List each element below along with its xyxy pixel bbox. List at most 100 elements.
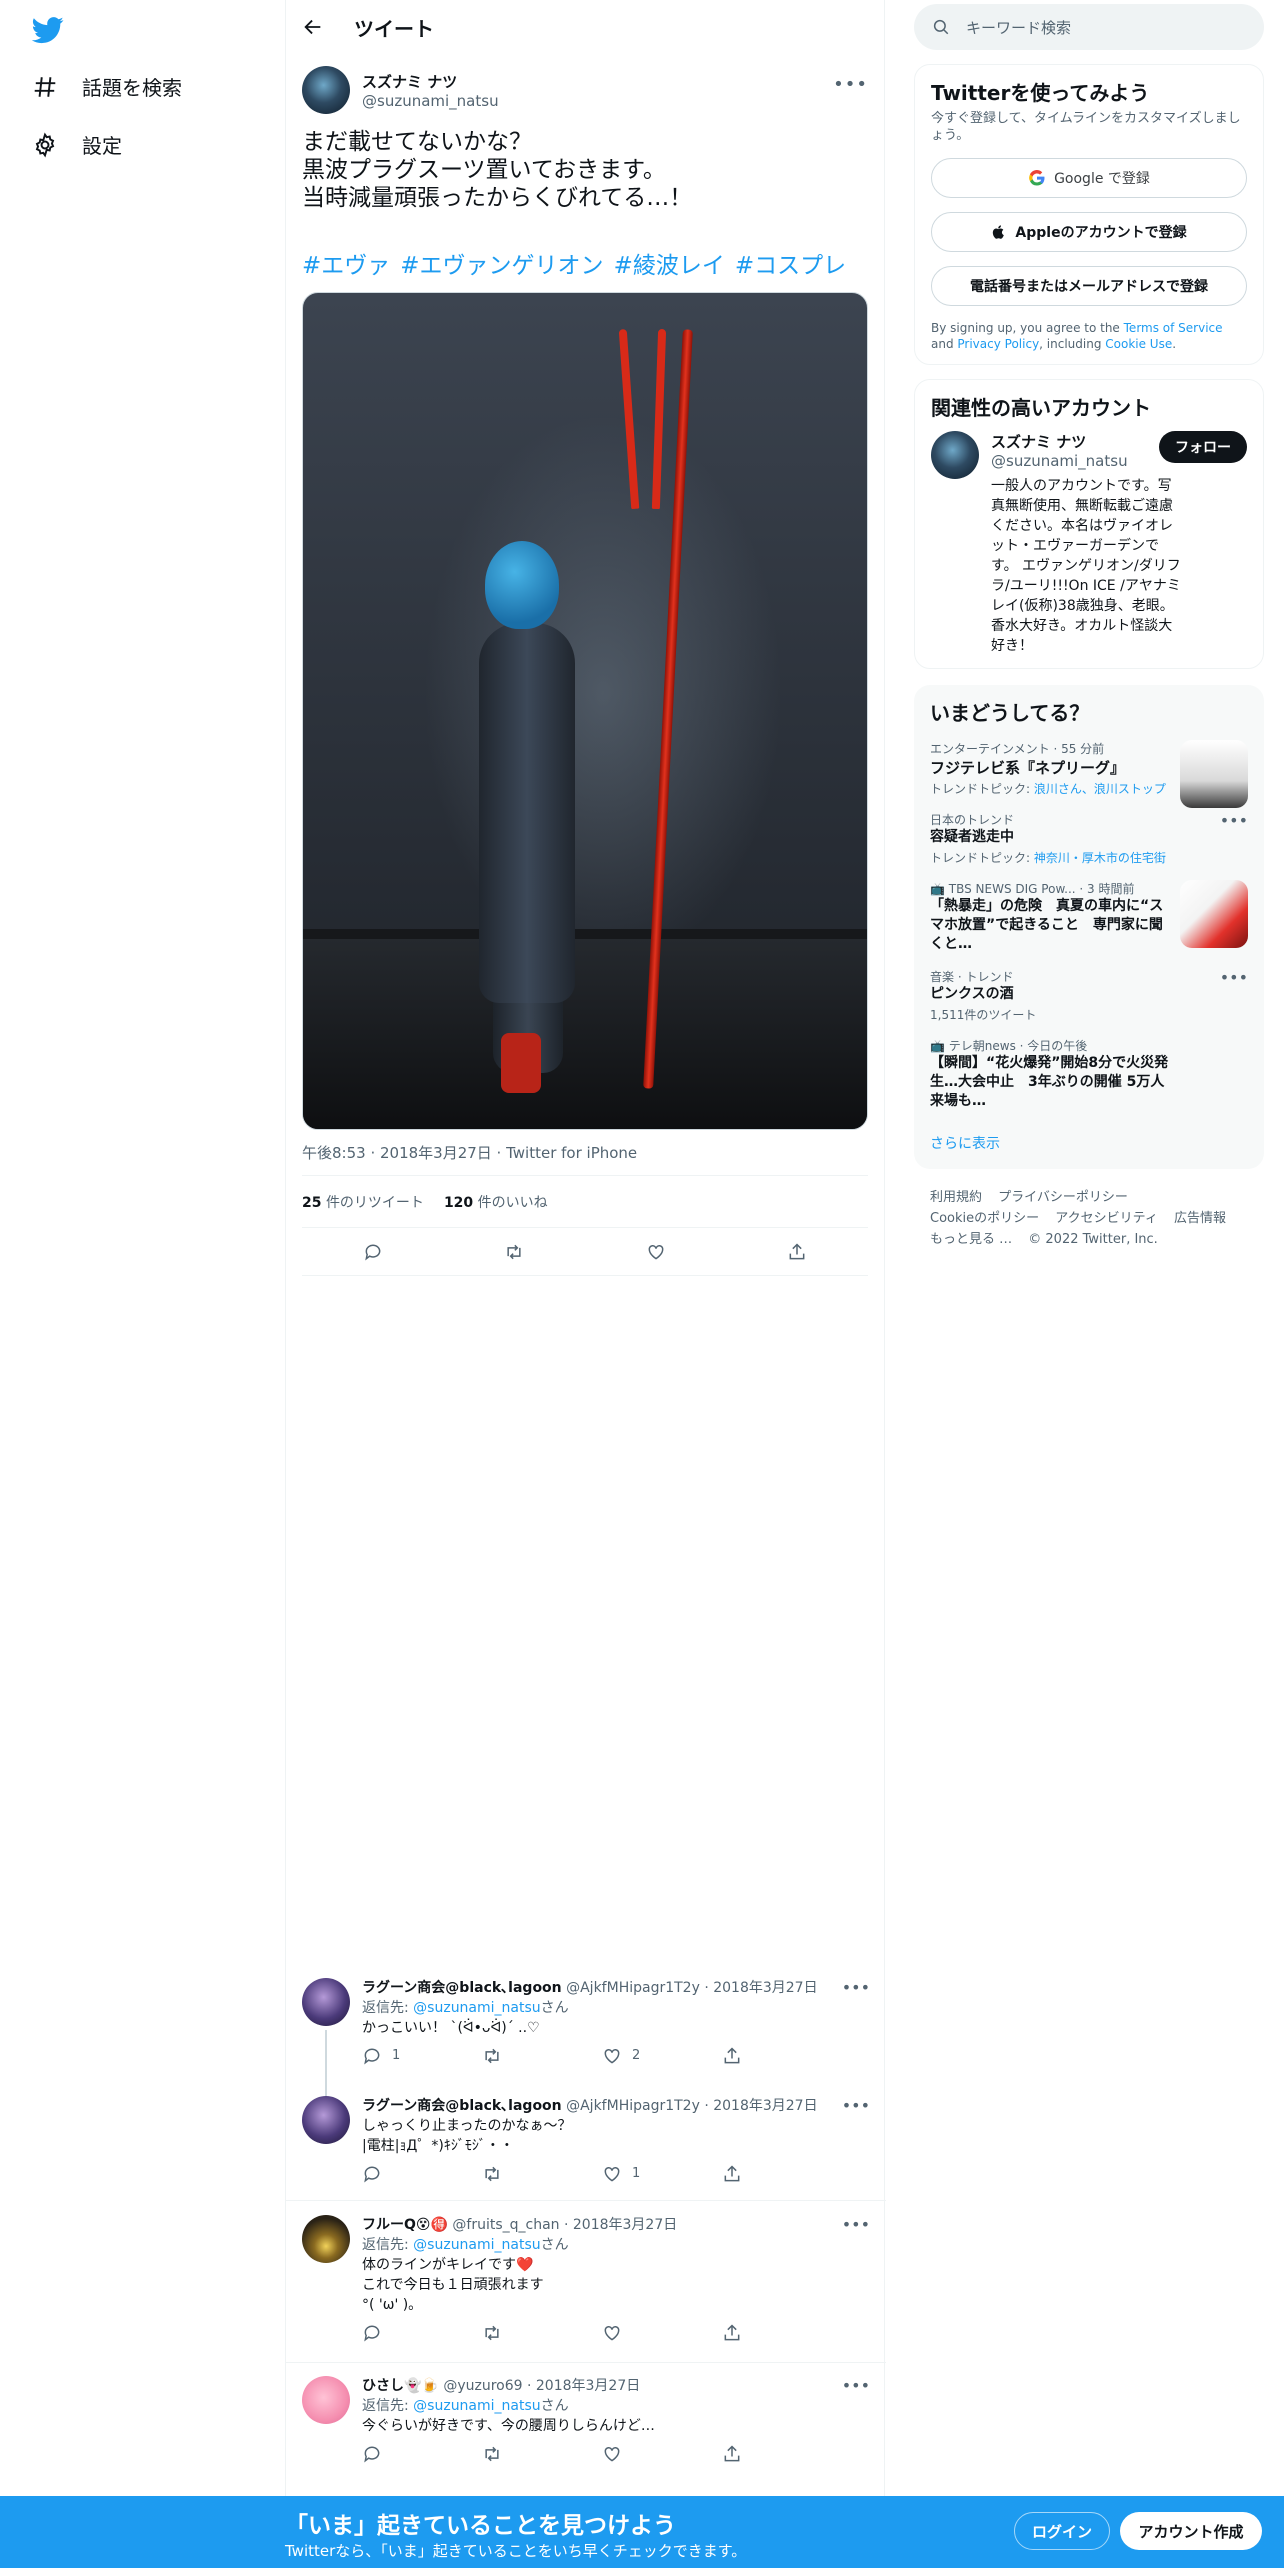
avatar[interactable]: [302, 2096, 350, 2144]
retweet-icon: [485, 2325, 499, 2341]
trend-item[interactable]: 📺 TBS NEWS DIG Pow... · 3 時間前 「熱暴走」の危険 真…: [930, 880, 1248, 954]
more-options-icon[interactable]: •••: [842, 2096, 870, 2115]
reply-icon: [364, 2446, 380, 2463]
share-button[interactable]: [722, 2323, 782, 2343]
phone-email-signup-button[interactable]: 電話番号またはメールアドレスで登録: [931, 266, 1247, 306]
share-icon: [724, 2324, 740, 2341]
reply-author-handle: @AjkfMHipagr1T2y: [566, 2098, 700, 2114]
back-arrow-icon[interactable]: [302, 16, 324, 38]
retweet-icon[interactable]: [504, 1242, 524, 1262]
like-button[interactable]: [602, 2444, 662, 2464]
footer-link[interactable]: アクセシビリティ: [1055, 1211, 1158, 1226]
tweet-meta: 午後8:53 · 2018年3月27日 · Twitter for iPhone: [302, 1144, 868, 1176]
trend-item[interactable]: ••• 音楽 · トレンド ピンクスの酒 1,511件のツイート: [930, 968, 1248, 1023]
reply-tweet[interactable]: ••• ひさし👻🍺 @yuzuro69 · 2018年3月27日 返信先: @s…: [302, 2376, 870, 2464]
retweet-button[interactable]: [482, 2444, 542, 2464]
footer-link[interactable]: Cookieのポリシー: [930, 1211, 1039, 1226]
like-button[interactable]: 2: [602, 2046, 662, 2066]
avatar[interactable]: [931, 431, 979, 479]
trend-item[interactable]: ••• 日本のトレンド 容疑者逃走中 トレンドトピック: 神奈川・厚木市の住宅街: [930, 811, 1248, 866]
like-icon[interactable]: [646, 1242, 666, 1262]
like-button[interactable]: [602, 2323, 662, 2343]
trend-item[interactable]: エンターテインメント · 55 分前 フジテレビ系『ネプリーグ』 トレンドトピッ…: [930, 740, 1248, 808]
trend-item[interactable]: 📺 テレ朝news · 今日の午後 【瞬間】“花火爆発”開始8分で火災発生…大会…: [930, 1037, 1248, 1111]
google-signup-button[interactable]: Google で登録: [931, 158, 1247, 198]
reply-to-prefix: 返信先:: [362, 2398, 414, 2414]
tweet-text: まだ載せてないかな？ 黒波プラグスーツ置いておきます。 当時減量頑張ったからくび…: [302, 128, 868, 212]
retweet-button[interactable]: [482, 2164, 542, 2184]
reply-text-line: °( 'ω' )｡: [362, 2297, 416, 2313]
trend-sub: トレンドトピック: 浪川さん、浪川ストップ: [930, 780, 1170, 797]
like-count: 1: [632, 2166, 641, 2181]
apple-signup-button[interactable]: Appleのアカウントで登録: [931, 212, 1247, 252]
related-account[interactable]: スズナミ ナツ @suzunami_natsu 一般人のアカウントです。写真無断…: [931, 431, 1247, 656]
twitter-logo-icon[interactable]: [32, 14, 64, 46]
retweet-stat[interactable]: 25 件のリツイート: [302, 1192, 424, 1212]
reply-button[interactable]: 1: [362, 2046, 422, 2066]
reply-text: かっこいい！ `(ᐛ•ᴗᐛ)´ ..♡: [362, 2018, 870, 2038]
retweet-button[interactable]: [482, 2323, 542, 2343]
create-account-button[interactable]: アカウント作成: [1120, 2512, 1262, 2550]
share-icon: [724, 2445, 740, 2462]
trend-link[interactable]: 神奈川・厚木市の住宅街: [1034, 851, 1166, 865]
reply-tweet[interactable]: ••• ラグーン商会@black､lagoon @AjkfMHipagr1T2y…: [302, 1978, 870, 2100]
tweet-photo[interactable]: [302, 292, 868, 1130]
reply-button[interactable]: [362, 2164, 422, 2184]
login-button[interactable]: ログイン: [1014, 2512, 1110, 2550]
avatar[interactable]: [302, 2376, 350, 2424]
reply-text-line: 体のラインがキレイです❤️: [362, 2257, 534, 2273]
hashtag-link[interactable]: #エヴァ: [302, 246, 390, 280]
more-options-icon[interactable]: •••: [842, 2376, 870, 2395]
share-button[interactable]: [722, 2046, 782, 2066]
reply-icon: [364, 2048, 380, 2065]
reply-tweet[interactable]: ••• ラグーン商会@black､lagoon @AjkfMHipagr1T2y…: [302, 2096, 870, 2184]
avatar[interactable]: [302, 2215, 350, 2263]
more-options-icon[interactable]: •••: [1220, 968, 1248, 987]
trend-title: 容疑者逃走中: [930, 829, 1014, 845]
more-options-icon[interactable]: •••: [833, 74, 868, 95]
reply-to: 返信先: @suzunami_natsuさん: [362, 1998, 870, 2018]
search-input[interactable]: キーワード検索: [914, 4, 1264, 50]
hashtag-link[interactable]: #綾波レイ: [614, 246, 725, 280]
share-icon[interactable]: [787, 1242, 807, 1262]
reply-to-link[interactable]: @suzunami_natsu: [413, 2398, 540, 2414]
footer-link[interactable]: もっと見る …: [930, 1232, 1012, 1247]
more-options-icon[interactable]: •••: [842, 1978, 870, 1997]
hashtag-link[interactable]: #コスプレ: [735, 246, 846, 280]
tweet-author[interactable]: スズナミ ナツ @suzunami_natsu: [302, 64, 868, 116]
reply-tweet[interactable]: ••• フルーQ😵🉐 @fruits_q_chan · 2018年3月27日 返…: [302, 2215, 870, 2343]
more-options-icon[interactable]: •••: [842, 2215, 870, 2234]
footer-link[interactable]: 広告情報: [1174, 1211, 1226, 1226]
author-name: スズナミ ナツ: [362, 72, 458, 91]
hashtag-link[interactable]: #エヴァンゲリオン: [400, 246, 603, 280]
avatar[interactable]: [302, 66, 350, 114]
reply-icon[interactable]: [363, 1242, 383, 1262]
reply-icon: [364, 2325, 380, 2342]
trend-link[interactable]: 浪川さん、浪川ストップ: [1034, 782, 1166, 796]
reply-count: 1: [392, 2048, 401, 2063]
avatar[interactable]: [302, 1978, 350, 2026]
trend-sub-prefix: トレンドトピック:: [930, 851, 1034, 865]
reply-button[interactable]: [362, 2323, 422, 2343]
terms-link[interactable]: Terms of Service: [1124, 321, 1223, 335]
privacy-link[interactable]: Privacy Policy: [957, 337, 1039, 351]
like-button[interactable]: 1: [602, 2164, 662, 2184]
footer-link[interactable]: プライバシーポリシー: [998, 1190, 1128, 1205]
tweet-actions: [302, 1228, 868, 1276]
share-button[interactable]: [722, 2164, 782, 2184]
reply-text: しゃっくり止まったのかなぁ〜？ |電柱|ｮД゜*)ｷｼﾞﾓｼﾞ・・: [362, 2116, 870, 2156]
share-button[interactable]: [722, 2444, 782, 2464]
nav-explore[interactable]: 話題を検索: [32, 72, 182, 101]
retweet-button[interactable]: [482, 2046, 542, 2066]
footer-link[interactable]: 利用規約: [930, 1190, 982, 1205]
show-more-link[interactable]: さらに表示: [930, 1133, 1248, 1153]
cookie-link[interactable]: Cookie Use: [1105, 337, 1172, 351]
like-stat[interactable]: 120 件のいいね: [444, 1192, 548, 1212]
follow-button[interactable]: フォロー: [1159, 431, 1247, 463]
reply-button[interactable]: [362, 2444, 422, 2464]
more-options-icon[interactable]: •••: [1220, 811, 1248, 830]
reply-to-link[interactable]: @suzunami_natsu: [413, 2237, 540, 2253]
reply-to-link[interactable]: @suzunami_natsu: [413, 2000, 540, 2016]
reply-header: ラグーン商会@black､lagoon @AjkfMHipagr1T2y · 2…: [362, 1978, 870, 1998]
nav-settings[interactable]: 設定: [32, 130, 122, 159]
